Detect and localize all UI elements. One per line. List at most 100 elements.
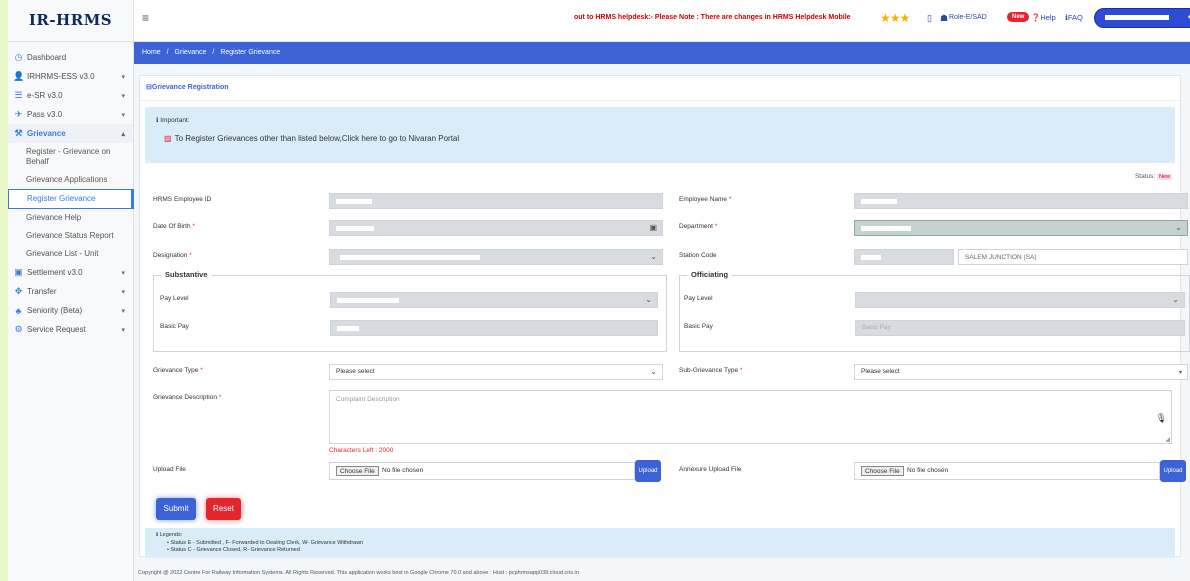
cogs-icon: ⚙ — [14, 324, 23, 334]
sidebar-subitem-register-on-behalf[interactable]: Register - Grievance on Behalf — [8, 143, 133, 171]
chevron-up-icon: ▴ — [121, 130, 125, 138]
sub-grievance-type-label: Sub-Grievance Type * — [679, 367, 743, 374]
menu-toggle-icon[interactable]: ≡ — [142, 11, 149, 25]
upload-file-input[interactable]: Choose File No file chosen — [329, 462, 635, 480]
money-icon: ▣ — [14, 267, 23, 277]
pdf-icon: ▨ — [164, 134, 172, 143]
chevron-down-icon: ▾ — [1178, 370, 1182, 376]
microphone-icon[interactable]: 🎙 — [1156, 413, 1167, 424]
database-icon: ☰ — [14, 90, 23, 100]
breadcrumb-home[interactable]: Home — [142, 49, 161, 56]
chevron-down-icon: ⌄ — [1175, 223, 1182, 232]
redacted-value — [861, 255, 881, 260]
sidebar-item-irhrms-ess[interactable]: 👤 IRHRMS-ESS v3.0 ▾ — [8, 67, 133, 86]
legend-line: • Status E - Submitted , F- Forwarded to… — [167, 540, 364, 546]
calendar-icon[interactable]: ▣ — [649, 221, 657, 235]
faq-label: FAQ — [1067, 13, 1083, 22]
upload-button[interactable]: Upload — [635, 460, 661, 482]
important-label: ℹ Important: — [156, 117, 190, 124]
breadcrumb: Home / Grievance / Register Grievance — [134, 42, 1190, 64]
new-badge: New — [1007, 12, 1030, 22]
submit-button[interactable]: Submit — [156, 498, 196, 520]
status-badge: New — [1156, 174, 1172, 180]
substantive-legend: Substantive — [161, 270, 212, 279]
sub-grievance-type-select[interactable]: Please select ▾ — [854, 364, 1188, 380]
rating-stars-icon[interactable]: ★★★ — [880, 11, 910, 25]
sidebar-subitem-list-unit[interactable]: Grievance List - Unit — [8, 245, 133, 263]
choose-file-button[interactable]: Choose File — [336, 466, 379, 476]
sidebar-subitem-status-report[interactable]: Grievance Status Report — [8, 227, 133, 245]
breadcrumb-separator: / — [166, 49, 169, 56]
basic-pay-label: Basic Pay — [684, 323, 713, 330]
help-icon: ❓ — [1031, 13, 1041, 22]
user-menu-button[interactable]: ◆ — [1094, 8, 1190, 28]
chevron-down-icon: ▾ — [121, 269, 125, 277]
sidebar-item-label: Pass v3.0 — [27, 110, 63, 119]
resize-handle-icon[interactable]: ◢ — [1165, 436, 1170, 443]
sidebar-subitem-register-grievance[interactable]: Register Grievance — [8, 189, 134, 209]
grievance-registration-card: ⊟Grievance Registration ℹ Important: ▨ To… — [139, 75, 1190, 558]
chevron-down-icon: ▾ — [121, 92, 125, 100]
sidebar-item-label: Dashboard — [27, 53, 67, 62]
reset-button[interactable]: Reset — [206, 498, 241, 520]
description-textarea[interactable]: Complaint Description 🎙 ◢ — [329, 390, 1172, 444]
sidebar-subitem-grievance-applications[interactable]: Grievance Applications — [8, 171, 133, 189]
chevron-down-icon: ▾ — [121, 288, 125, 296]
transfer-icon: ✥ — [14, 286, 23, 296]
help-link[interactable]: ❓Help — [1031, 13, 1056, 22]
designation-label: Designation * — [153, 252, 192, 259]
role-selector[interactable]: Role-E/SAD — [949, 14, 987, 21]
announcement-ticker[interactable]: out to HRMS helpdesk:- Please Note : The… — [574, 14, 851, 21]
sidebar-item-grievance[interactable]: ⚒ Grievance ▴ — [8, 124, 133, 143]
legend-line: • Status C - Grievance Closed, R- Grieva… — [167, 547, 300, 553]
brand-logo[interactable]: IR-HRMS — [8, 0, 133, 42]
role-icon: ☗ — [940, 13, 949, 23]
sidebar-item-label: Service Request — [27, 325, 86, 334]
nivaran-portal-link[interactable]: ▨ To Register Grievances other than liste… — [164, 134, 459, 143]
faq-link[interactable]: ℹFAQ — [1065, 13, 1083, 22]
dob-field[interactable]: ▣ — [329, 220, 663, 236]
redacted-value — [340, 255, 480, 260]
annexure-upload-button[interactable]: Upload — [1160, 460, 1186, 482]
sidebar-item-pass[interactable]: ✈ Pass v3.0 ▾ — [8, 105, 133, 124]
chevron-down-icon: ⌄ — [1172, 295, 1179, 304]
breadcrumb-current: Register Grievance — [220, 49, 281, 56]
sidebar-item-seniority[interactable]: ♣ Seniority (Beta) ▾ — [8, 301, 133, 320]
no-file-text: No file chosen — [382, 467, 424, 474]
dob-label: Date Of Birth * — [153, 223, 195, 230]
employee-name-label: Employee Name * — [679, 196, 732, 203]
sidebar-item-esr[interactable]: ☰ e-SR v3.0 ▾ — [8, 86, 133, 105]
user-name-redacted — [1105, 15, 1169, 20]
breadcrumb-grievance[interactable]: Grievance — [175, 49, 207, 56]
employee-id-label: HRMS Employee ID — [153, 196, 212, 203]
designation-select[interactable]: ⌄ — [329, 249, 663, 265]
grievance-type-select[interactable]: Please select ⌄ — [329, 364, 663, 380]
chevron-down-icon: ⌄ — [650, 367, 657, 376]
chevron-down-icon: ▾ — [121, 326, 125, 334]
pay-level-label: Pay Level — [160, 295, 189, 302]
sidebar-item-label: Seniority (Beta) — [27, 306, 83, 315]
redacted-value — [861, 199, 897, 204]
sidebar-item-settlement[interactable]: ▣ Settlement v3.0 ▾ — [8, 263, 133, 282]
characters-left: Characters Left : 2000 — [329, 447, 394, 454]
station-name-field: SALEM JUNCTION (SA) — [958, 249, 1188, 265]
officiating-legend: Officiating — [687, 270, 733, 279]
officiating-pay-level-select[interactable]: ⌄ — [855, 292, 1185, 308]
officiating-basic-pay-field[interactable]: Basic Pay — [855, 320, 1185, 336]
sidebar-item-dashboard[interactable]: ◷ Dashboard — [8, 48, 133, 67]
mobile-icon[interactable]: ▯ — [927, 13, 932, 24]
department-select[interactable]: ⌄ — [854, 220, 1188, 236]
sidebar-item-service-request[interactable]: ⚙ Service Request ▾ — [8, 320, 133, 339]
annexure-file-input[interactable]: Choose File No file chosen — [854, 462, 1160, 480]
description-label: Grievance Description * — [153, 394, 222, 401]
sidebar-item-label: Transfer — [27, 287, 57, 296]
top-header: ≡ out to HRMS helpdesk:- Please Note : T… — [134, 0, 1190, 42]
substantive-pay-level-select[interactable]: ⌄ — [330, 292, 658, 308]
sidebar-item-transfer[interactable]: ✥ Transfer ▾ — [8, 282, 133, 301]
sidebar-nav: ◷ Dashboard 👤 IRHRMS-ESS v3.0 ▾ ☰ e-SR v3.0 ▾… — [8, 42, 134, 339]
gavel-icon: ⚒ — [14, 128, 23, 138]
sidebar-subitem-grievance-help[interactable]: Grievance Help — [8, 209, 133, 227]
card-title: ⊟Grievance Registration — [140, 76, 1180, 101]
redacted-value — [337, 326, 359, 331]
choose-file-button[interactable]: Choose File — [861, 466, 904, 476]
